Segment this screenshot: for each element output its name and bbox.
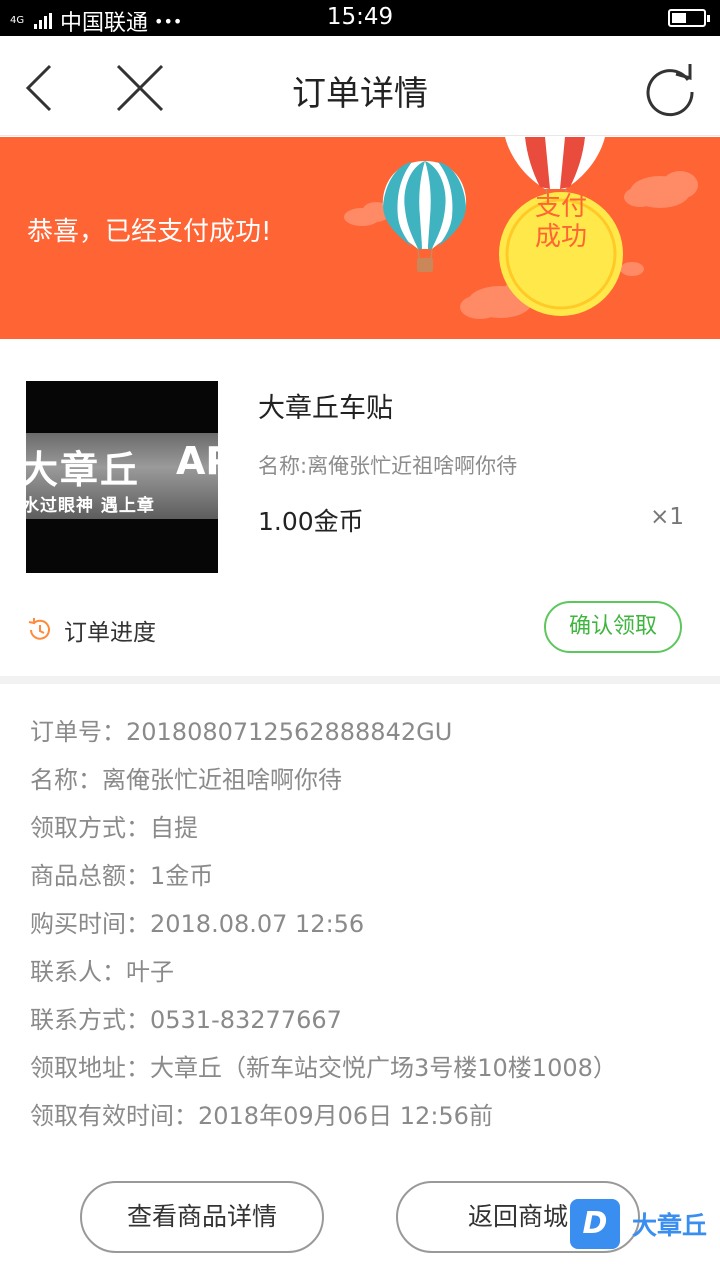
product-name: 大章丘车贴 <box>258 393 393 424</box>
page-title: 订单详情 <box>292 74 428 114</box>
history-clock-icon <box>28 618 50 640</box>
detail-total: 商品总额：1金币 <box>30 862 214 890</box>
product-image[interactable]: 大章丘 AP 水过眼神 遇上章 <box>26 381 218 573</box>
confirm-receipt-button[interactable]: 确认领取 <box>544 601 682 653</box>
view-product-detail-button[interactable]: 查看商品详情 <box>80 1181 324 1253</box>
badge-line2: 成功 <box>534 222 587 252</box>
detail-order-number: 订单号：2018080712562888842GU <box>30 718 453 746</box>
battery-icon <box>668 9 710 27</box>
payment-success-banner: 恭喜，已经支付成功! 支付 成功 <box>0 137 720 339</box>
status-bar: 4G 中国联通 ••• 15:49 <box>0 0 720 36</box>
order-progress-label: 订单进度 <box>64 620 156 646</box>
product-card: 大章丘 AP 水过眼神 遇上章 大章丘车贴 名称:离俺张忙近祖啥啊你待 1.00… <box>0 340 720 676</box>
detail-pickup-method: 领取方式：自提 <box>30 814 198 842</box>
detail-phone: 联系方式：0531-83277667 <box>30 1006 342 1034</box>
product-subtitle: 名称:离俺张忙近祖啥啊你待 <box>258 454 518 478</box>
refresh-icon <box>646 64 694 117</box>
image-text-sub: 水过眼神 遇上章 <box>26 496 155 516</box>
product-quantity: ×1 <box>650 504 684 530</box>
detail-purchase-time: 购买时间：2018.08.07 12:56 <box>30 910 365 938</box>
section-divider <box>0 676 720 684</box>
success-badge: 支付 成功 <box>499 192 623 252</box>
watermark: D 大章丘 <box>570 1199 707 1249</box>
image-text-side: AP <box>176 439 218 483</box>
status-time: 15:49 <box>326 4 394 30</box>
badge-line1: 支付 <box>534 192 587 222</box>
watermark-logo: D <box>570 1199 620 1249</box>
product-price: 1.00金币 <box>258 507 364 536</box>
nav-bar: 订单详情 <box>0 36 720 136</box>
detail-contact: 联系人：叶子 <box>30 958 174 986</box>
detail-name: 名称：离俺张忙近祖啥啊你待 <box>30 766 342 794</box>
image-text-main: 大章丘 <box>26 448 141 492</box>
detail-address: 领取地址：大章丘（新车站交悦广场3号楼10楼1008） <box>30 1054 617 1082</box>
detail-valid-until: 领取有效时间：2018年09月06日 12:56前 <box>30 1102 493 1130</box>
watermark-text: 大章丘 <box>632 1211 708 1240</box>
refresh-button[interactable] <box>640 58 700 118</box>
order-details: 订单号：2018080712562888842GU 名称：离俺张忙近祖啥啊你待 … <box>30 710 710 1142</box>
order-progress-link[interactable]: 订单进度 <box>26 613 156 647</box>
